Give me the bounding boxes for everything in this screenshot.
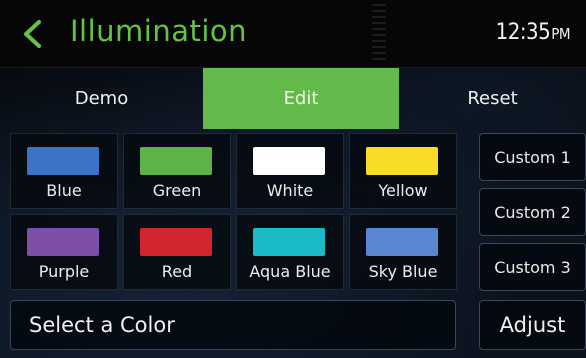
clock-time: 12:35	[495, 20, 551, 45]
custom-3-button[interactable]: Custom 3	[479, 243, 586, 291]
color-swatch	[253, 228, 325, 256]
color-swatch	[366, 228, 438, 256]
illumination-screen: Illumination 12:35PM Demo Edit Reset Blu…	[0, 0, 586, 358]
color-label: Sky Blue	[368, 262, 438, 281]
custom-2-button[interactable]: Custom 2	[479, 188, 586, 236]
tab-demo[interactable]: Demo	[0, 68, 203, 129]
clock-ampm: PM	[551, 25, 570, 43]
back-button[interactable]	[14, 16, 50, 52]
tab-edit[interactable]: Edit	[203, 68, 399, 129]
clock: 12:35PM	[495, 20, 571, 45]
color-swatch	[27, 147, 99, 175]
color-label: Aqua Blue	[249, 262, 331, 281]
color-label: Red	[161, 262, 193, 281]
page-title: Illumination	[70, 14, 248, 48]
color-option-green[interactable]: Green	[123, 133, 231, 209]
custom-1-button[interactable]: Custom 1	[479, 133, 586, 181]
color-label: White	[266, 181, 314, 200]
drag-grip-icon	[372, 4, 386, 62]
color-option-red[interactable]: Red	[123, 214, 231, 290]
color-option-sky-blue[interactable]: Sky Blue	[349, 214, 457, 290]
tab-reset[interactable]: Reset	[399, 68, 586, 129]
color-swatch	[140, 228, 212, 256]
color-option-yellow[interactable]: Yellow	[349, 133, 457, 209]
color-swatch	[366, 147, 438, 175]
chevron-left-icon	[24, 20, 41, 48]
color-label: Purple	[38, 262, 90, 281]
status-text: Select a Color	[29, 313, 175, 337]
adjust-button[interactable]: Adjust	[479, 300, 586, 350]
color-option-aqua-blue[interactable]: Aqua Blue	[236, 214, 344, 290]
color-swatch	[253, 147, 325, 175]
header-bar: Illumination 12:35PM	[0, 0, 586, 68]
status-text-bar: Select a Color	[10, 300, 456, 350]
color-option-white[interactable]: White	[236, 133, 344, 209]
color-option-purple[interactable]: Purple	[10, 214, 118, 290]
color-label: Green	[152, 181, 202, 200]
color-option-blue[interactable]: Blue	[10, 133, 118, 209]
color-swatch	[140, 147, 212, 175]
color-label: Yellow	[378, 181, 428, 200]
color-label: Blue	[46, 181, 82, 200]
color-swatch	[27, 228, 99, 256]
